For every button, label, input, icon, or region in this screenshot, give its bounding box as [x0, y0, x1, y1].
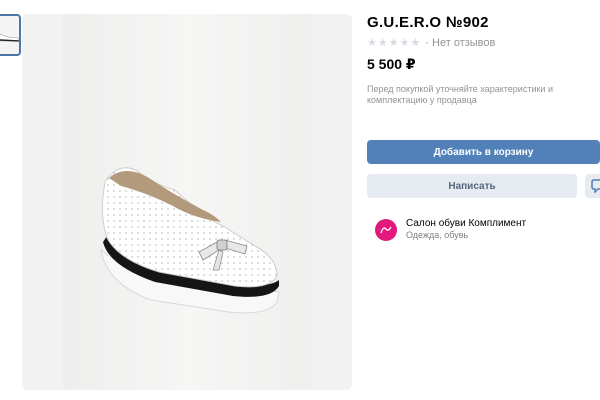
message-bubble-icon [591, 179, 600, 193]
rating-stars-icon: ★★★★★ [367, 37, 422, 49]
logo-mark [380, 226, 392, 233]
product-price: 5 500 ₽ [367, 56, 416, 72]
shoe-image [100, 167, 280, 314]
add-to-cart-button[interactable]: Добавить в корзину [367, 140, 600, 164]
message-button[interactable] [585, 174, 600, 198]
product-title: G.U.E.R.O №902 [367, 14, 489, 31]
write-button[interactable]: Написать [367, 174, 577, 198]
gallery-thumbnail[interactable] [0, 14, 21, 56]
reviews-count: · Нет отзывов [425, 36, 496, 49]
shoe-thumbnail-icon [0, 34, 19, 42]
rating-row[interactable]: ★★★★★ · Нет отзывов [367, 36, 496, 50]
seller-card[interactable]: Салон обуви Комплимент Одежда, обувь [375, 218, 526, 241]
seller-name[interactable]: Салон обуви Комплимент [406, 218, 526, 230]
product-photo[interactable] [63, 14, 313, 390]
seller-avatar-icon [375, 218, 397, 241]
seller-category: Одежда, обувь [406, 230, 469, 240]
seller-note: Перед покупкой уточняйте характеристики … [367, 84, 553, 105]
